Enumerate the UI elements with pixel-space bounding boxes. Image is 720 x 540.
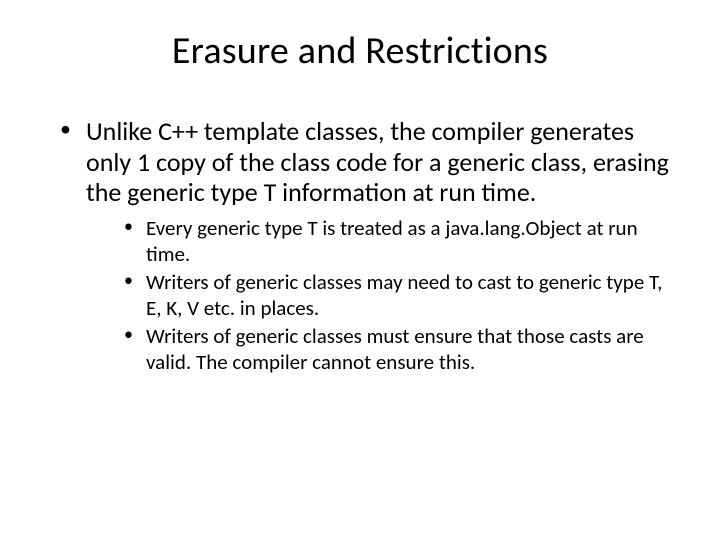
bullet-text: Unlike C++ template classes, the compile… xyxy=(86,115,669,208)
list-item: Writers of generic classes must ensure t… xyxy=(128,324,680,375)
sub-bullet-list: Every generic type T is treated as a jav… xyxy=(86,216,680,376)
bullet-list: Unlike C++ template classes, the compile… xyxy=(40,116,680,376)
list-item: Unlike C++ template classes, the compile… xyxy=(68,116,680,376)
bullet-text: Every generic type T is treated as a jav… xyxy=(146,215,638,267)
bullet-text: Writers of generic classes must ensure t… xyxy=(146,323,644,375)
slide-title: Erasure and Restrictions xyxy=(40,28,680,74)
list-item: Every generic type T is treated as a jav… xyxy=(128,216,680,267)
bullet-text: Writers of generic classes may need to c… xyxy=(146,269,662,321)
list-item: Writers of generic classes may need to c… xyxy=(128,270,680,321)
